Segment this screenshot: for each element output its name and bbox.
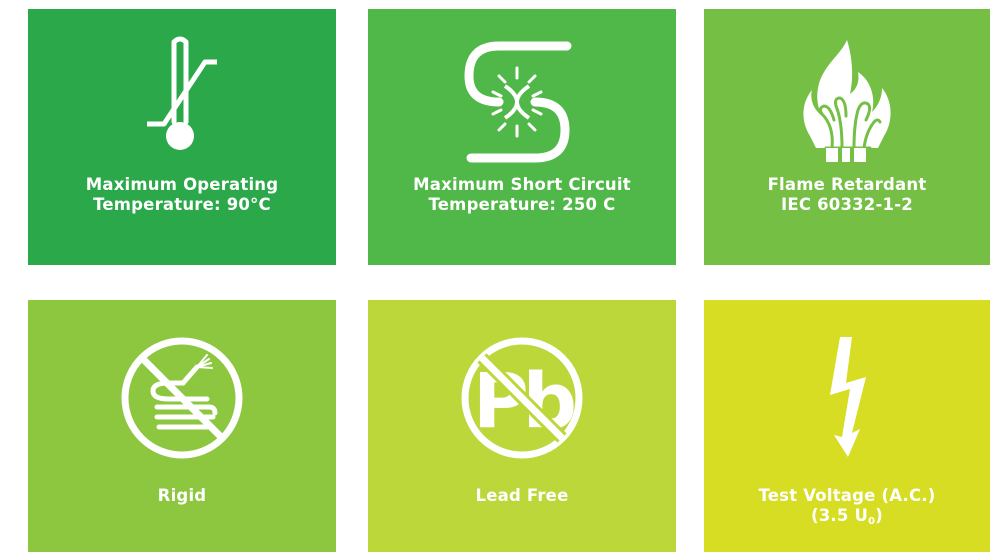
label-line-2-main: (3.5 U [810,506,869,525]
tile-flame-retardant: Flame Retardant IEC 60332-1-2 [704,9,990,265]
tile-test-voltage: Test Voltage (A.C.) (3.5 U0) [704,300,990,552]
tile-label: Lead Free [476,486,569,506]
tile-label: Maximum Operating Temperature: 90°C [86,175,279,215]
no-coil-icon [112,328,252,468]
label-line-2: IEC 60332-1-2 [781,195,913,214]
tile-label: Flame Retardant IEC 60332-1-2 [768,175,927,215]
label-line-1: Maximum Operating [85,175,279,194]
tile-label: Test Voltage (A.C.) (3.5 U0) [759,486,936,532]
short-circuit-icon [452,31,592,171]
thermometer-icon [112,31,252,171]
tile-label: Maximum Short Circuit Temperature: 250 C [413,175,631,215]
tile-rigid: Rigid [28,300,336,552]
label-line-1: Maximum Short Circuit [413,175,631,194]
flame-icon [777,31,917,171]
label-line-2: (3.5 U0) [759,506,936,532]
label-line-2: Temperature: 250 C [428,195,616,214]
label-line-2-end: ) [875,506,884,525]
label-line-1: Test Voltage (A.C.) [758,486,936,505]
tile-label: Rigid [158,486,207,506]
label-line-1: Flame Retardant [767,175,927,194]
tile-max-operating-temp: Maximum Operating Temperature: 90°C [28,9,336,265]
tile-lead-free: Pb Lead Free [368,300,676,552]
label-line-1: Rigid [157,486,207,505]
tile-max-short-circuit-temp: Maximum Short Circuit Temperature: 250 C [368,9,676,265]
label-line-2: Temperature: 90°C [93,195,271,214]
label-line-1: Lead Free [475,486,569,505]
no-lead-icon: Pb [452,328,592,468]
lightning-icon [777,328,917,468]
